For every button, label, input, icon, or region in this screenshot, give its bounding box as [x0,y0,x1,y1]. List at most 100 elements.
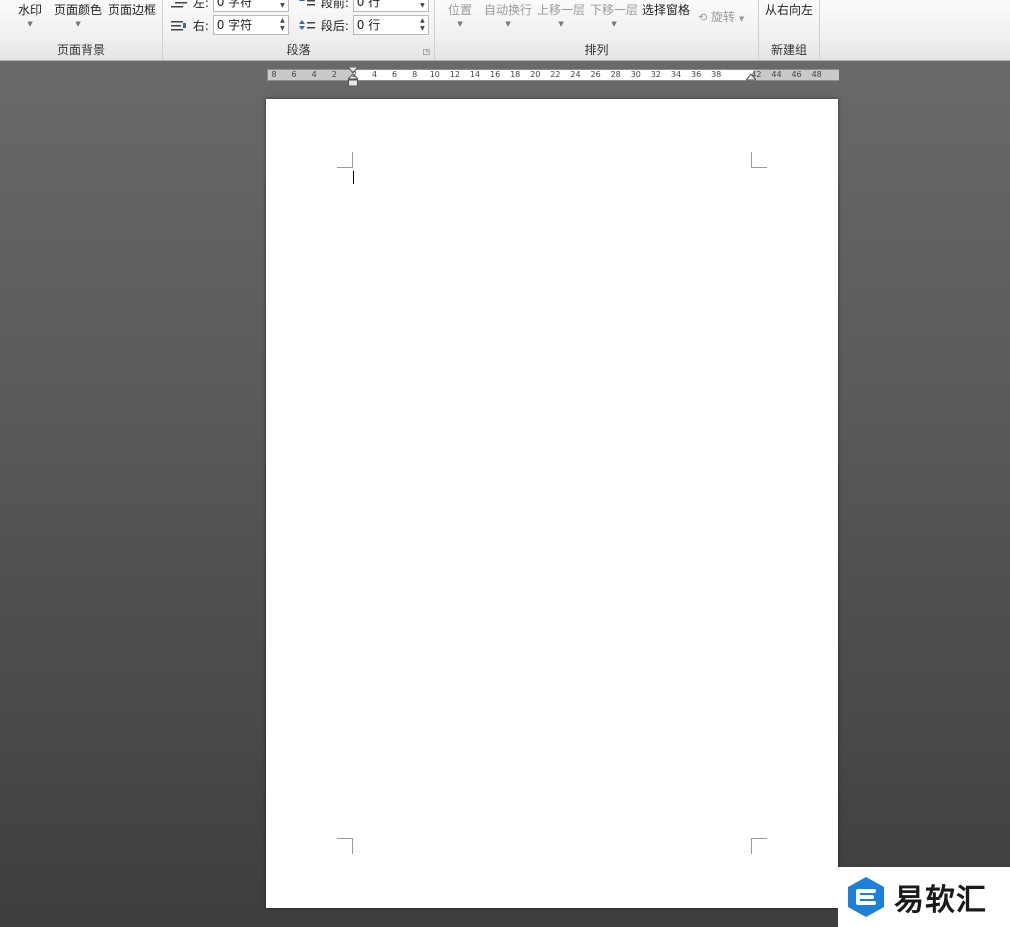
ruler-tick-label: 26 [590,70,601,79]
group-paragraph: 左: 0 字符 ▲▼ 右: 0 字符 ▲▼ 段前: 0 行 ▲▼ 段后: [163,0,435,60]
page-color-label: 页面颜色 [54,3,103,17]
ruler-tick-label: 6 [291,70,297,79]
group-new: 从右向左 新建组 [759,0,820,60]
chevron-down-icon: ▼ [457,20,463,28]
page-color-button[interactable]: 页面颜色 ▼ [54,1,102,28]
indent-right-input[interactable]: 0 字符 ▲ ▼ [212,15,289,35]
indent-left-label: 左: [192,0,209,10]
ruler-tick-label: 44 [771,70,782,79]
chevron-down-icon: ▼ [738,15,745,23]
ruler-tick-label: 30 [630,70,641,79]
send-backward-label: 下移一层 [590,3,639,17]
send-backward-button[interactable]: 下移一层 ▼ [590,1,638,28]
indent-left-icon [171,2,187,8]
spin-arrows-icon[interactable]: ▲▼ [280,0,285,10]
bring-forward-label: 上移一层 [537,3,586,17]
spacing-before-value: 0 行 [356,0,381,9]
ruler-tick-label: 32 [650,70,661,79]
ruler-tick-label: 2 [331,70,337,79]
ruler-tick-label: 14 [469,70,481,79]
ruler-tick-label: 4 [371,70,378,79]
ruler-tick-label: 28 [610,70,621,79]
indent-right-label: 右: [192,18,209,33]
ruler-tick-label: 24 [570,70,581,79]
indent-left-value: 0 字符 [216,0,253,9]
watermark-label: 水印 [18,3,43,17]
spacing-after-icon [299,20,315,30]
ruler-tick-label: 42 [751,70,762,79]
page-border-button[interactable]: 页面边框 [108,1,156,18]
spacing-before-label: 段前: [320,0,349,10]
ruler-tick-label: 8 [412,70,418,79]
wrap-text-button[interactable]: 自动换行 ▼ [484,1,532,28]
logo-mark-icon [848,877,884,917]
ruler-tick-label: 46 [791,70,802,79]
position-button[interactable]: 位置 ▼ [448,1,472,28]
ruler-tick-label: 36 [691,70,702,79]
ruler-tick-label: 48 [811,70,822,79]
ruler-tick-label: 34 [670,70,682,79]
ruler-tick-label: 8 [271,70,277,79]
group-page-background: 水印 ▼ 页面颜色 ▼ 页面边框 页面背景 [0,0,163,60]
text-cursor [353,171,354,184]
spin-arrows-icon[interactable]: ▲▼ [420,0,425,10]
site-logo: 易软汇 [838,867,1010,927]
indent-left-row: 左: 0 字符 ▲▼ [171,0,289,12]
ribbon: 水印 ▼ 页面颜色 ▼ 页面边框 页面背景 左: 0 字符 ▲▼ 右: 0 字符… [0,0,1010,61]
spacing-after-label: 段后: [320,18,349,33]
spin-arrows-icon[interactable]: ▲▼ [280,17,285,33]
logo-text: 易软汇 [894,883,987,918]
rotate-label: 旋转 [711,10,736,24]
ruler-tick-label: 2 [351,70,357,79]
spin-arrows-icon[interactable]: ▲▼ [420,17,425,33]
horizontal-ruler[interactable]: 8 6 4 2 2 4 6 8 10 12 14 16 18 20 22 24 26 28 30 32 34 36 38 42… [267,67,839,87]
rtl-button[interactable]: 从右向左 [765,1,813,18]
spacing-before-row: 段前: 0 行 ▲▼ [299,0,429,12]
crop-mark-bottom-left [337,838,353,854]
bring-forward-button[interactable]: 上移一层 ▼ [537,1,585,28]
group-label-arrange: 排列 [584,43,609,57]
selection-pane-label: 选择窗格 [642,3,691,17]
indent-right-value: 0 字符 [216,18,253,32]
chevron-down-icon: ▼ [27,20,33,28]
ruler-tick-label: 38 [711,70,722,79]
spacing-after-row: 段后: 0 行 ▲ ▼ [299,15,429,35]
crop-mark-top-right [751,152,767,168]
crop-mark-top-left [337,152,353,168]
indent-right-icon [171,21,186,31]
ruler-tick-label: 10 [429,70,440,79]
ruler-tick-label: 6 [392,70,398,79]
indent-left-input[interactable]: 0 字符 ▲▼ [212,0,289,12]
chevron-down-icon: ▼ [75,20,81,28]
rtl-label: 从右向左 [765,3,814,17]
chevron-down-icon: ▼ [558,20,564,28]
watermark-button[interactable]: 水印 ▼ [18,1,42,28]
rotate-icon: ⟲ [698,11,708,24]
ruler-tick-label: 18 [510,70,521,79]
chevron-down-icon: ▼ [505,20,511,28]
spacing-before-icon [299,0,315,6]
spacing-before-input[interactable]: 0 行 ▲▼ [352,0,429,12]
indent-right-row: 右: 0 字符 ▲ ▼ [171,15,289,35]
chevron-down-icon: ▼ [611,20,617,28]
ruler-tick-label: 20 [530,70,541,79]
selection-pane-button[interactable]: 选择窗格 [642,1,690,18]
ruler-left-margin [268,70,353,80]
ruler-tick-label: 4 [311,70,317,79]
crop-mark-bottom-right [751,838,767,854]
rotate-button[interactable]: ⟲ 旋转 ▼ [698,8,744,25]
group-label-page-background: 页面背景 [56,43,105,57]
dialog-launcher-icon[interactable]: ◳ [422,47,430,56]
wrap-text-label: 自动换行 [484,3,533,17]
group-arrange: 位置 ▼ 自动换行 ▼ 上移一层 ▼ 下移一层 ▼ 选择窗格 ⟲ 旋转 ▼ 排列 [435,0,759,60]
ruler-tick-label: 12 [449,70,460,79]
group-label-new: 新建组 [770,43,807,57]
spacing-after-value: 0 行 [356,18,381,32]
ruler-tick-label: 22 [550,70,561,79]
ruler-tick-label: 16 [490,70,501,79]
group-label-paragraph: 段落 [286,43,311,57]
spacing-after-input[interactable]: 0 行 ▲ ▼ [352,15,429,35]
page-border-label: 页面边框 [108,3,157,17]
position-label: 位置 [448,3,473,17]
document-page[interactable] [266,99,838,908]
